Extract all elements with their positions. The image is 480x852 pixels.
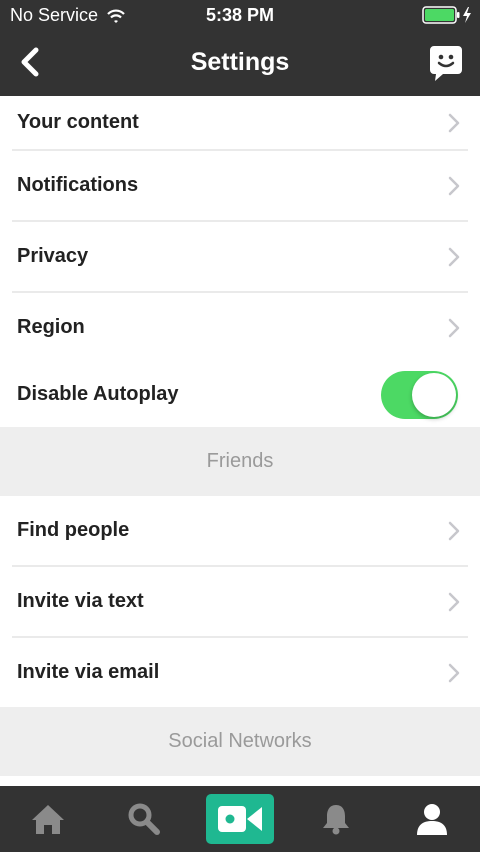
settings-item-privacy[interactable]: Privacy	[0, 222, 480, 291]
clock: 5:38 PM	[205, 5, 275, 25]
friends-item-find-people[interactable]: Find people	[0, 496, 480, 565]
settings-item-label: Disable Autoplay	[17, 383, 179, 405]
settings-item-label: Notifications	[17, 174, 139, 196]
chevron-right-icon	[448, 663, 460, 682]
friends-item-label: Invite via email	[17, 661, 160, 683]
section-header-friends: Friends	[0, 427, 480, 496]
settings-item-notifications[interactable]: Notifications	[0, 151, 480, 220]
chevron-right-icon	[448, 592, 460, 611]
home-icon	[32, 805, 64, 834]
bell-icon	[323, 805, 349, 835]
charging-bolt-icon	[463, 7, 471, 23]
status-bar: No Service 5:38 PM	[0, 0, 480, 32]
tab-bar	[0, 786, 480, 852]
settings-item-your-content[interactable]: Your content	[0, 96, 480, 149]
friends-item-label: Invite via text	[17, 590, 144, 612]
settings-item-label: Privacy	[17, 245, 89, 267]
friends-item-invite-via-text[interactable]: Invite via text	[0, 567, 480, 636]
battery-group	[422, 6, 472, 24]
chevron-right-icon	[448, 318, 460, 337]
profile-icon	[417, 804, 447, 835]
record-video-icon	[218, 806, 262, 832]
top-bar: No Service 5:38 PM Settings	[0, 0, 480, 96]
feedback-button[interactable]	[422, 40, 470, 88]
chevron-right-icon	[448, 176, 460, 195]
settings-item-label: Region	[17, 316, 85, 338]
disable-autoplay-toggle[interactable]	[381, 370, 458, 419]
page-title: Settings	[190, 48, 290, 76]
chat-smiley-icon	[430, 46, 462, 81]
settings-item-region[interactable]: Region	[0, 293, 480, 362]
chevron-right-icon	[448, 113, 460, 132]
settings-item-label: Your content	[17, 111, 139, 133]
tab-search[interactable]	[112, 794, 176, 844]
friends-item-label: Find people	[17, 519, 130, 541]
settings-item-disable-autoplay: Disable Autoplay	[0, 362, 480, 427]
search-icon	[128, 803, 160, 835]
battery-icon	[422, 6, 460, 24]
section-header-social-networks: Social Networks	[0, 707, 480, 776]
chevron-right-icon	[448, 521, 460, 540]
tab-profile[interactable]	[400, 794, 464, 844]
tab-home[interactable]	[16, 794, 80, 844]
navigation-bar: Settings	[0, 32, 480, 96]
chevron-right-icon	[448, 247, 460, 266]
settings-list: Your content Notifications Privacy Regio…	[0, 96, 480, 786]
tab-record[interactable]	[206, 794, 274, 844]
toggle-knob	[412, 372, 456, 417]
tab-notifications[interactable]	[304, 794, 368, 844]
friends-item-invite-via-email[interactable]: Invite via email	[0, 638, 480, 707]
